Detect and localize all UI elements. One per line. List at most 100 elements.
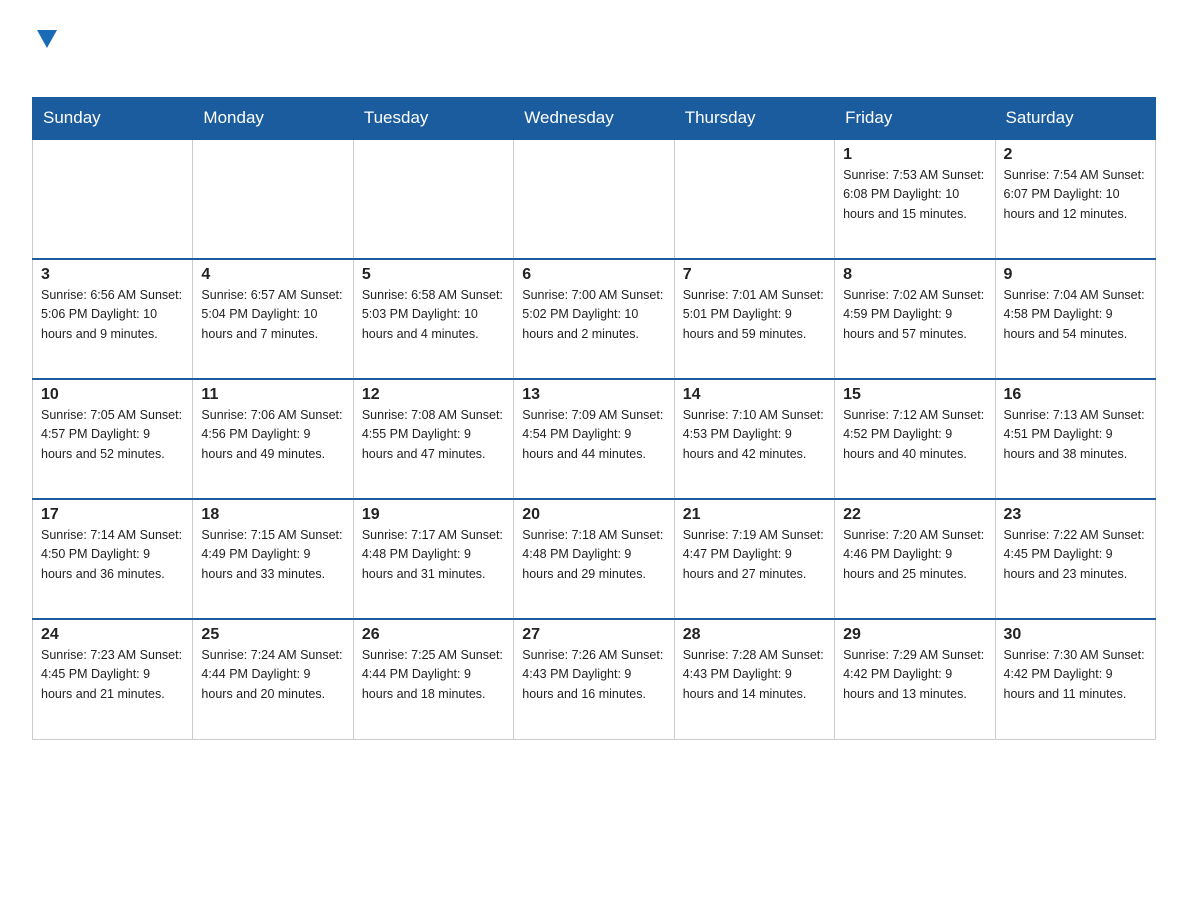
day-number: 27 [522,626,665,644]
calendar-cell: 3 Sunrise: 6:56 AM Sunset: 5:06 PM Daylig… [33,259,193,379]
day-info: Sunrise: 6:57 AM Sunset: 5:04 PM Dayligh… [201,286,344,344]
calendar-cell: 24 Sunrise: 7:23 AM Sunset: 4:45 PM Dayli… [33,619,193,739]
calendar-cell [674,139,834,259]
day-number: 29 [843,626,986,644]
calendar-cell: 15 Sunrise: 7:12 AM Sunset: 4:52 PM Dayli… [835,379,995,499]
day-number: 1 [843,146,986,164]
calendar-cell: 25 Sunrise: 7:24 AM Sunset: 4:44 PM Dayli… [193,619,353,739]
day-number: 16 [1004,386,1147,404]
day-info: Sunrise: 7:02 AM Sunset: 4:59 PM Dayligh… [843,286,986,344]
week-row-4: 17 Sunrise: 7:14 AM Sunset: 4:50 PM Dayli… [33,499,1156,619]
day-info: Sunrise: 7:15 AM Sunset: 4:49 PM Dayligh… [201,526,344,584]
weekday-header-row: SundayMondayTuesdayWednesdayThursdayFrid… [33,98,1156,140]
calendar-cell: 6 Sunrise: 7:00 AM Sunset: 5:02 PM Daylig… [514,259,674,379]
weekday-header-thursday: Thursday [674,98,834,140]
day-number: 13 [522,386,665,404]
day-number: 26 [362,626,505,644]
day-info: Sunrise: 7:08 AM Sunset: 4:55 PM Dayligh… [362,406,505,464]
day-number: 11 [201,386,344,404]
logo-blue-text [32,53,34,84]
calendar-cell: 11 Sunrise: 7:06 AM Sunset: 4:56 PM Dayli… [193,379,353,499]
day-number: 24 [41,626,184,644]
calendar-cell: 1 Sunrise: 7:53 AM Sunset: 6:08 PM Daylig… [835,139,995,259]
day-number: 6 [522,266,665,284]
calendar-cell: 30 Sunrise: 7:30 AM Sunset: 4:42 PM Dayli… [995,619,1155,739]
weekday-header-wednesday: Wednesday [514,98,674,140]
logo-triangle-icon [37,30,57,53]
day-info: Sunrise: 7:18 AM Sunset: 4:48 PM Dayligh… [522,526,665,584]
day-number: 9 [1004,266,1147,284]
day-info: Sunrise: 6:58 AM Sunset: 5:03 PM Dayligh… [362,286,505,344]
calendar-cell: 2 Sunrise: 7:54 AM Sunset: 6:07 PM Daylig… [995,139,1155,259]
day-number: 4 [201,266,344,284]
day-info: Sunrise: 7:12 AM Sunset: 4:52 PM Dayligh… [843,406,986,464]
day-number: 15 [843,386,986,404]
day-number: 18 [201,506,344,524]
day-info: Sunrise: 7:26 AM Sunset: 4:43 PM Dayligh… [522,646,665,704]
day-number: 3 [41,266,184,284]
day-number: 7 [683,266,826,284]
calendar-cell: 16Sunrise: 7:13 AM Sunset: 4:51 PM Dayli… [995,379,1155,499]
calendar-cell: 19 Sunrise: 7:17 AM Sunset: 4:48 PM Dayli… [353,499,513,619]
day-info: Sunrise: 7:23 AM Sunset: 4:45 PM Dayligh… [41,646,184,704]
day-info: Sunrise: 7:17 AM Sunset: 4:48 PM Dayligh… [362,526,505,584]
week-row-2: 3 Sunrise: 6:56 AM Sunset: 5:06 PM Daylig… [33,259,1156,379]
day-info: Sunrise: 7:29 AM Sunset: 4:42 PM Dayligh… [843,646,986,704]
calendar-cell [353,139,513,259]
day-info: Sunrise: 7:54 AM Sunset: 6:07 PM Dayligh… [1004,166,1147,224]
calendar-cell: 7Sunrise: 7:01 AM Sunset: 5:01 PM Daylig… [674,259,834,379]
day-info: Sunrise: 7:24 AM Sunset: 4:44 PM Dayligh… [201,646,344,704]
day-number: 19 [362,506,505,524]
calendar-cell: 23 Sunrise: 7:22 AM Sunset: 4:45 PM Dayli… [995,499,1155,619]
day-number: 22 [843,506,986,524]
calendar-cell: 14Sunrise: 7:10 AM Sunset: 4:53 PM Dayli… [674,379,834,499]
day-number: 8 [843,266,986,284]
day-number: 21 [683,506,826,524]
calendar-cell: 8 Sunrise: 7:02 AM Sunset: 4:59 PM Daylig… [835,259,995,379]
day-info: Sunrise: 6:56 AM Sunset: 5:06 PM Dayligh… [41,286,184,344]
week-row-3: 10 Sunrise: 7:05 AM Sunset: 4:57 PM Dayli… [33,379,1156,499]
day-info: Sunrise: 7:22 AM Sunset: 4:45 PM Dayligh… [1004,526,1147,584]
calendar-cell [514,139,674,259]
day-info: Sunrise: 7:06 AM Sunset: 4:56 PM Dayligh… [201,406,344,464]
day-info: Sunrise: 7:53 AM Sunset: 6:08 PM Dayligh… [843,166,986,224]
day-number: 2 [1004,146,1147,164]
day-info: Sunrise: 7:20 AM Sunset: 4:46 PM Dayligh… [843,526,986,584]
week-row-1: 1 Sunrise: 7:53 AM Sunset: 6:08 PM Daylig… [33,139,1156,259]
calendar-cell: 18 Sunrise: 7:15 AM Sunset: 4:49 PM Dayli… [193,499,353,619]
week-row-5: 24 Sunrise: 7:23 AM Sunset: 4:45 PM Dayli… [33,619,1156,739]
calendar-cell [33,139,193,259]
day-info: Sunrise: 7:10 AM Sunset: 4:53 PM Dayligh… [683,406,826,464]
logo [32,24,57,85]
day-number: 17 [41,506,184,524]
calendar-cell: 27 Sunrise: 7:26 AM Sunset: 4:43 PM Dayli… [514,619,674,739]
day-info: Sunrise: 7:05 AM Sunset: 4:57 PM Dayligh… [41,406,184,464]
weekday-header-monday: Monday [193,98,353,140]
day-number: 5 [362,266,505,284]
weekday-header-sunday: Sunday [33,98,193,140]
calendar-cell: 5 Sunrise: 6:58 AM Sunset: 5:03 PM Daylig… [353,259,513,379]
calendar-cell: 13Sunrise: 7:09 AM Sunset: 4:54 PM Dayli… [514,379,674,499]
weekday-header-tuesday: Tuesday [353,98,513,140]
day-info: Sunrise: 7:04 AM Sunset: 4:58 PM Dayligh… [1004,286,1147,344]
day-info: Sunrise: 7:14 AM Sunset: 4:50 PM Dayligh… [41,526,184,584]
day-number: 30 [1004,626,1147,644]
calendar-cell [193,139,353,259]
calendar-table: SundayMondayTuesdayWednesdayThursdayFrid… [32,97,1156,740]
calendar-cell: 22 Sunrise: 7:20 AM Sunset: 4:46 PM Dayli… [835,499,995,619]
day-info: Sunrise: 7:00 AM Sunset: 5:02 PM Dayligh… [522,286,665,344]
calendar-cell: 9 Sunrise: 7:04 AM Sunset: 4:58 PM Daylig… [995,259,1155,379]
calendar-cell: 26 Sunrise: 7:25 AM Sunset: 4:44 PM Dayli… [353,619,513,739]
day-info: Sunrise: 7:28 AM Sunset: 4:43 PM Dayligh… [683,646,826,704]
day-number: 23 [1004,506,1147,524]
day-number: 20 [522,506,665,524]
calendar-cell: 29 Sunrise: 7:29 AM Sunset: 4:42 PM Dayli… [835,619,995,739]
weekday-header-friday: Friday [835,98,995,140]
calendar-cell: 12Sunrise: 7:08 AM Sunset: 4:55 PM Dayli… [353,379,513,499]
calendar-cell: 10 Sunrise: 7:05 AM Sunset: 4:57 PM Dayli… [33,379,193,499]
day-info: Sunrise: 7:30 AM Sunset: 4:42 PM Dayligh… [1004,646,1147,704]
day-number: 10 [41,386,184,404]
day-number: 25 [201,626,344,644]
day-info: Sunrise: 7:25 AM Sunset: 4:44 PM Dayligh… [362,646,505,704]
calendar-cell: 4 Sunrise: 6:57 AM Sunset: 5:04 PM Daylig… [193,259,353,379]
